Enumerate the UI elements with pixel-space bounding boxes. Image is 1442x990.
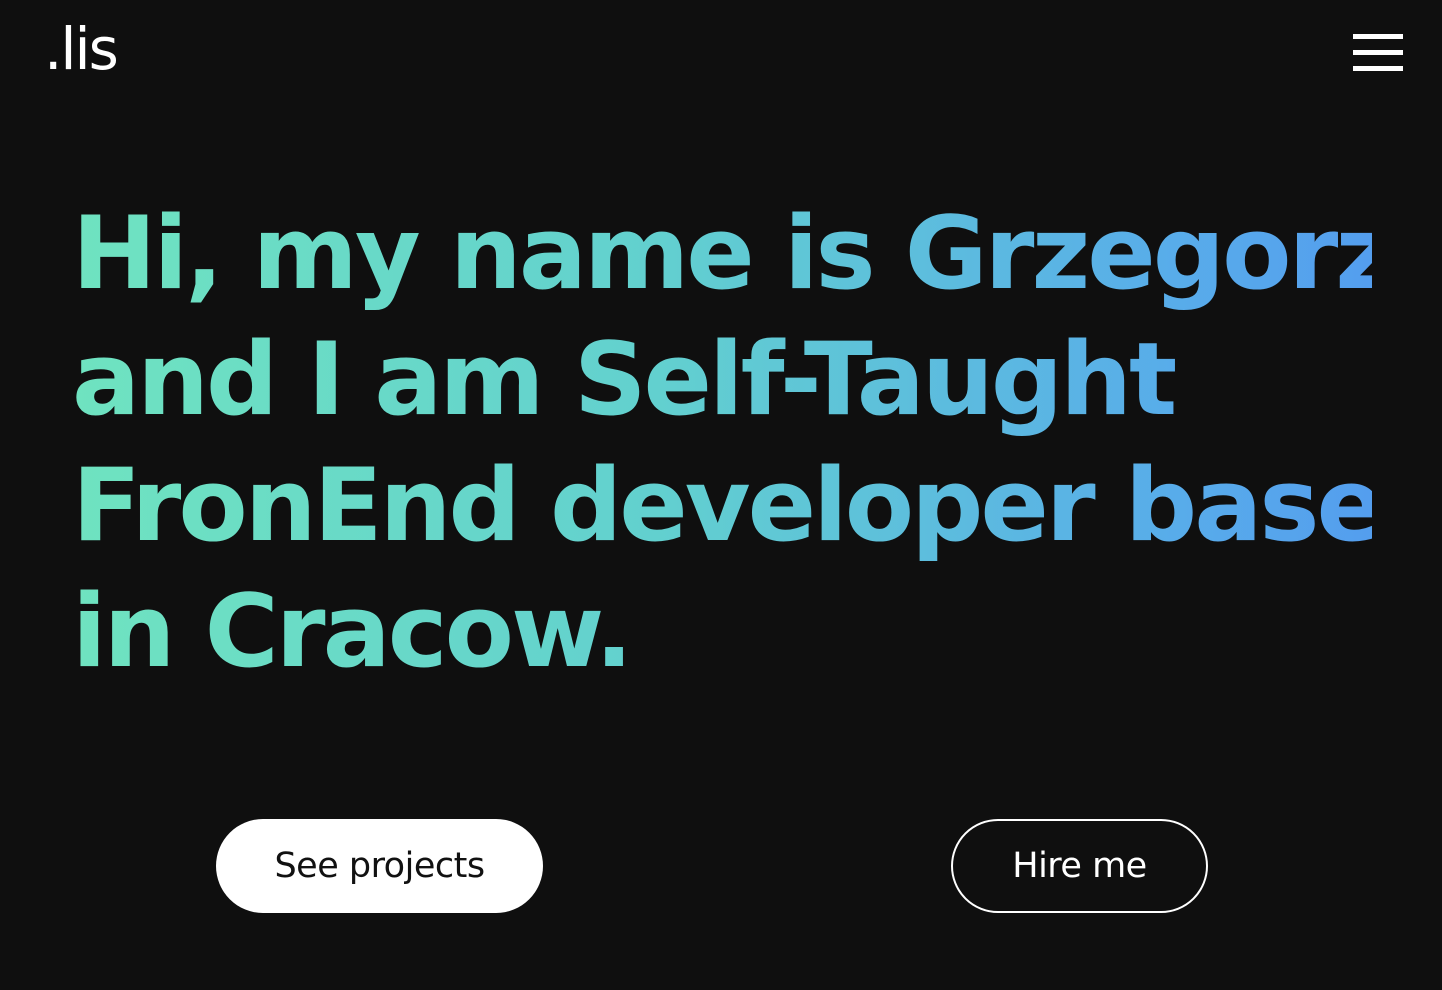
hero-line-2: and I am Self-Taught xyxy=(72,316,1372,442)
menu-bar-middle xyxy=(1353,50,1403,55)
hero-line-3: FronEnd developer based xyxy=(72,442,1442,568)
menu-bar-bottom xyxy=(1353,66,1403,71)
menu-bar-top xyxy=(1353,34,1403,39)
hero-line-1: Hi, my name is Grzegorz xyxy=(72,190,1394,316)
hero-line-4: in Cracow. xyxy=(72,568,1372,694)
hire-me-button[interactable]: Hire me xyxy=(951,819,1208,913)
site-logo[interactable]: .lis xyxy=(44,20,119,78)
hamburger-menu-icon[interactable] xyxy=(1348,30,1408,78)
hero-headline: Hi, my name is Grzegorz and I am Self-Ta… xyxy=(72,190,1442,694)
see-projects-button[interactable]: See projects xyxy=(216,819,543,913)
